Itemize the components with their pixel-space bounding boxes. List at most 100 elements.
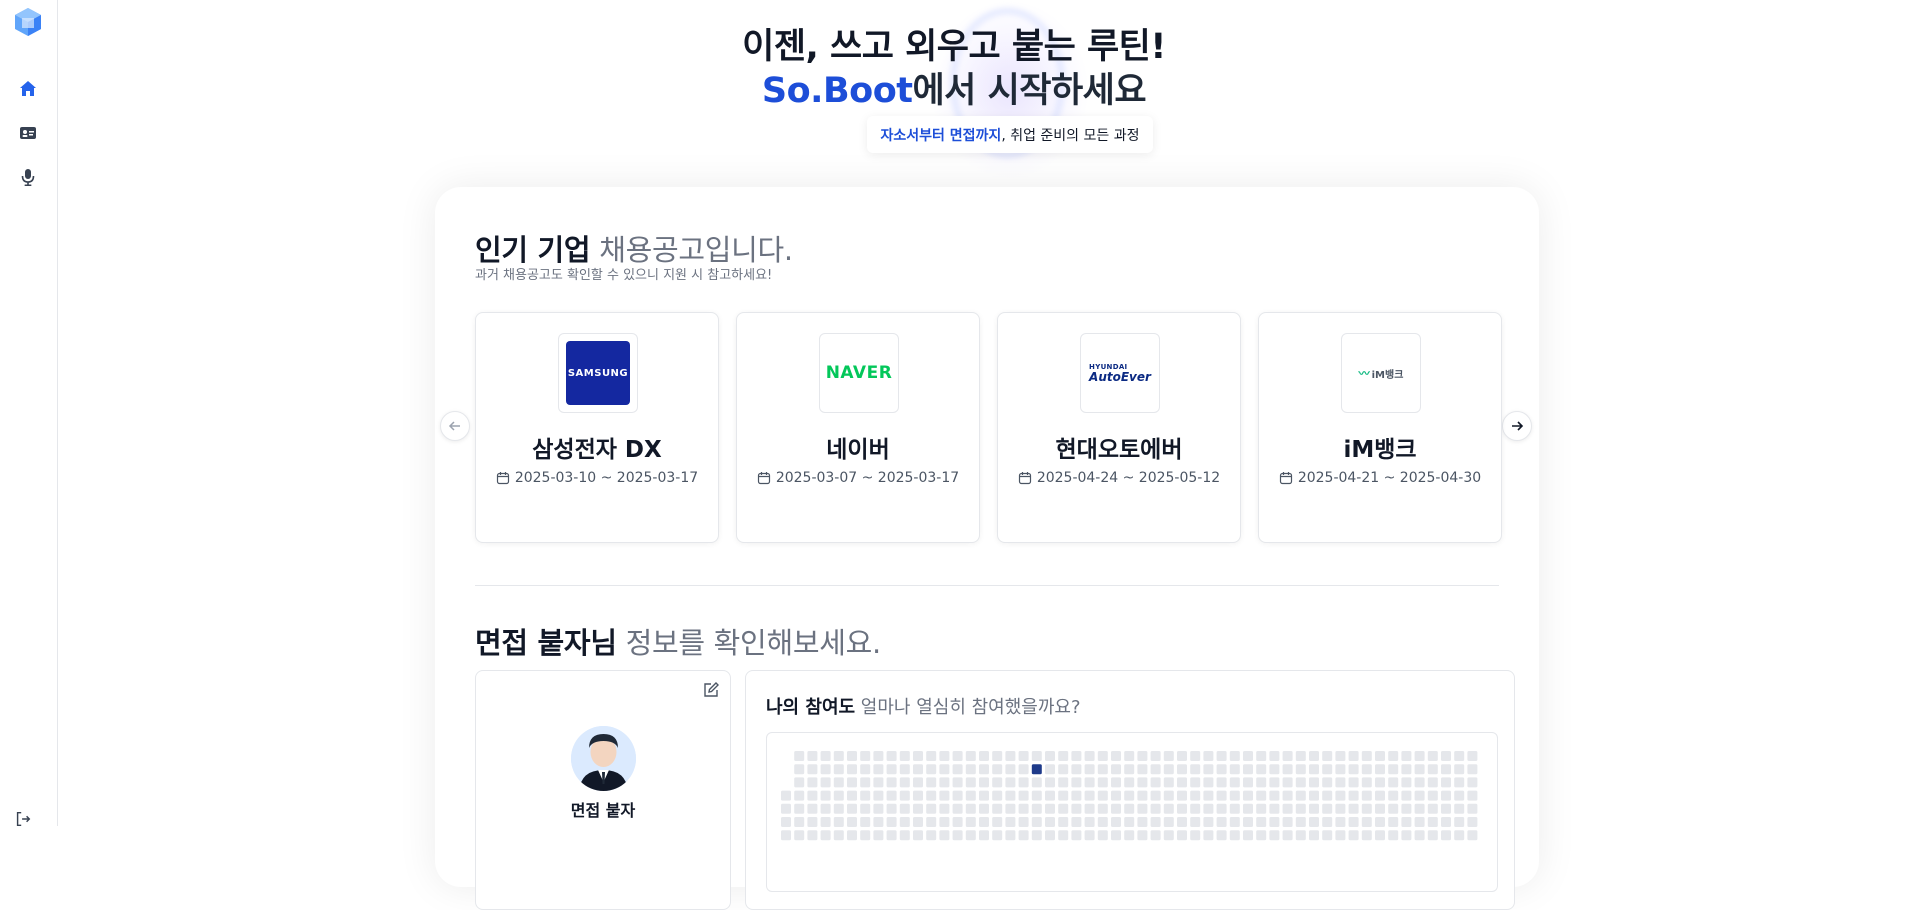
heatmap-cell [873,751,884,761]
job-date-range: 2025-03-07 ~ 2025-03-17 [775,470,960,486]
calendar-icon [1279,472,1292,485]
heatmap-cell [1401,790,1412,801]
heatmap-cell [833,790,844,801]
sidebar-item-interview[interactable] [14,163,42,191]
heatmap-cell [1335,764,1346,775]
heatmap-cell [899,790,910,801]
company-logo: HYUNDAI AutoEver [1080,333,1160,413]
heatmap-cell [1414,777,1425,788]
heatmap-cell [1256,764,1267,775]
heatmap-cell [1309,751,1319,761]
heatmap-cell [1467,790,1478,801]
heatmap-cell [899,830,910,841]
heatmap-cell [1388,803,1399,814]
job-dates: 2025-03-10 ~ 2025-03-17 [476,470,718,486]
heatmap-cell [899,764,910,775]
heatmap-cell [1454,777,1465,788]
heatmap-cell [1097,803,1108,814]
heatmap-cell [1058,777,1069,788]
heatmap-cell [1335,790,1346,801]
job-card[interactable]: SAMSUNG 삼성전자 DX 2025-03-10 ~ 2025-03-17 [475,312,719,543]
heatmap-cell [1163,764,1174,775]
heatmap-cell [1045,764,1055,775]
heatmap-cell [1295,790,1306,801]
heatmap-cell [1361,764,1372,775]
heatmap-cell [820,764,831,775]
heatmap-cell [926,790,937,801]
heatmap-cell [1124,751,1135,761]
heatmap-cell [1071,777,1082,788]
heatmap-cell [1031,830,1042,841]
heatmap-cell [1018,777,1029,788]
heatmap-cell [899,751,910,761]
heatmap-cell [1058,830,1069,841]
heatmap-cell [979,830,989,841]
heatmap-cell [1203,751,1214,761]
heatmap-cell [1111,751,1121,761]
heatmap-cell [1229,751,1240,761]
heatmap-cell [979,751,989,761]
edit-profile-button[interactable] [700,679,722,701]
job-date-range: 2025-03-10 ~ 2025-03-17 [514,470,699,486]
heatmap-cell [1216,777,1227,788]
heatmap-cell [1441,777,1451,788]
carousel-prev-button[interactable] [440,411,470,441]
heatmap-cell [939,777,950,788]
heatmap-cell [886,764,897,775]
heatmap-cell [1018,830,1029,841]
calendar-icon [1018,472,1031,485]
heatmap-cell [860,790,871,801]
job-dates: 2025-04-24 ~ 2025-05-12 [998,470,1240,486]
heatmap-cell [1045,790,1055,801]
heatmap-cell [1084,803,1095,814]
heatmap-cell [1401,751,1412,761]
heatmap-cell [1427,790,1438,801]
participation-title-strong: 나의 참여도 [766,697,856,718]
heatmap-cell [1005,803,1016,814]
section-divider [475,585,1499,586]
interview-title-muted: 정보를 확인해보세요. [616,626,882,660]
microphone-icon [21,169,35,186]
heatmap-cell [1163,803,1174,814]
heatmap-grid [781,751,1478,841]
heatmap-cell [992,764,1003,775]
heatmap-cell [1084,764,1095,775]
im-bank-mark-icon: 〰 [1358,367,1370,380]
job-card[interactable]: NAVER 네이버 2025-03-07 ~ 2025-03-17 [736,312,980,543]
heatmap-cell [886,777,897,788]
heatmap-cell [1005,790,1016,801]
heatmap-cell [1005,777,1016,788]
heatmap-cell [952,803,963,814]
heatmap-cell [952,764,963,775]
heatmap-cell [1005,751,1016,761]
heatmap-cell [833,803,844,814]
heatmap-cell [992,803,1003,814]
heatmap-cell [1084,830,1095,841]
naver-logo: NAVER [825,363,893,383]
heatmap-cell [1018,803,1029,814]
carousel-next-button[interactable] [1502,411,1532,441]
job-card[interactable]: 〰 iM뱅크 iM뱅크 2025-04-21 ~ 2025-04-30 [1258,312,1502,543]
heatmap-cell [886,790,897,801]
logout-button[interactable] [14,810,36,832]
heatmap-cell [1071,803,1082,814]
heatmap-cell [1427,777,1438,788]
heatmap-cell [1031,777,1042,788]
heatmap-cell [1177,803,1187,814]
job-card[interactable]: HYUNDAI AutoEver 현대오토에버 2025-04-24 ~ 202… [997,312,1241,543]
participation-title: 나의 참여도 얼마나 열심히 참여했을까요? [766,693,1081,719]
heatmap-cell [965,777,976,788]
heatmap-cell [794,803,805,814]
heatmap-cell [860,764,871,775]
heatmap-cell [1018,764,1029,775]
heatmap-cell [952,751,963,761]
heatmap-cell [939,830,950,841]
heatmap-cell [979,803,989,814]
company-logo: SAMSUNG [558,333,638,413]
heatmap-cell [1269,764,1280,775]
heatmap-cell [1084,751,1095,761]
job-date-range: 2025-04-24 ~ 2025-05-12 [1036,470,1221,486]
heatmap-cell [1388,751,1399,761]
sidebar-item-resume[interactable] [14,119,42,147]
participation-heatmap [766,732,1498,892]
